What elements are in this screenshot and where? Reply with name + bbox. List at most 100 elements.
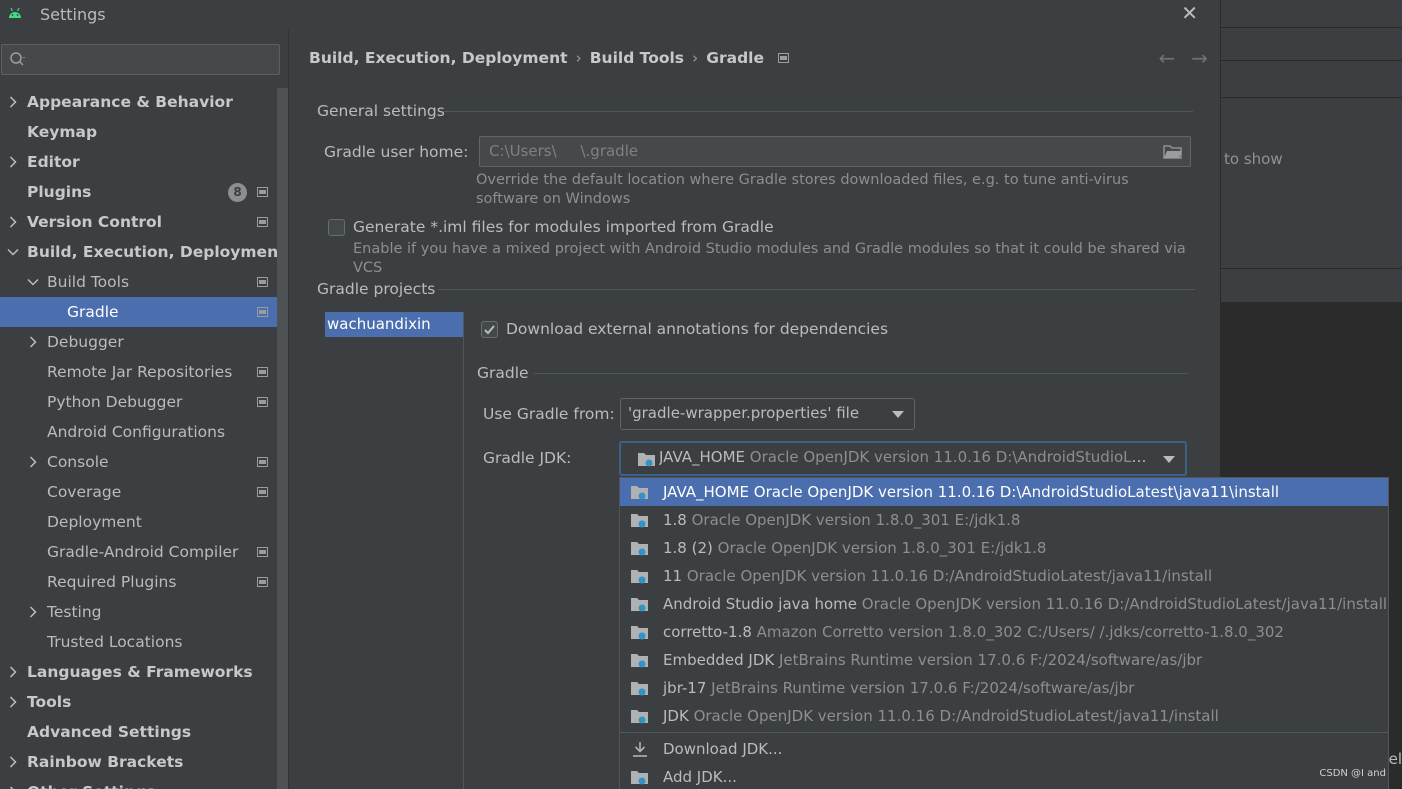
sidebar-item-label: Plugins (27, 183, 92, 201)
jdk-folder-icon (631, 682, 648, 696)
jdk-option[interactable]: JAVA_HOME Oracle OpenJDK version 11.0.16… (620, 478, 1388, 506)
sidebar-item-build-execution-deployment[interactable]: Build, Execution, Deployment (0, 237, 286, 267)
dropdown-arrow-icon (892, 411, 904, 418)
jdk-option[interactable]: jbr-17 JetBrains Runtime version 17.0.6 … (620, 674, 1388, 702)
jdk-value-desc: Oracle OpenJDK version 11.0.16 D:\Androi… (749, 448, 1149, 466)
sidebar-scrollbar[interactable] (277, 88, 288, 789)
android-icon (9, 7, 21, 18)
chevron-right-icon[interactable] (6, 147, 20, 177)
use-gradle-from-value: 'gradle-wrapper.properties' file (628, 404, 860, 422)
gradle-user-home-input[interactable] (489, 142, 1149, 160)
user-home-hint: Override the default location where Grad… (476, 172, 1129, 207)
sidebar-item-tools[interactable]: Tools (0, 687, 277, 717)
settings-sidebar: Appearance & Behavior Keymap Editor Plugins… (0, 30, 289, 789)
jdk-option[interactable]: 1.8 (2) Oracle OpenJDK version 1.8.0_301… (620, 534, 1388, 562)
use-gradle-from-combo[interactable]: 'gradle-wrapper.properties' file (620, 398, 915, 430)
sidebar-item-advanced-settings[interactable]: Advanced Settings (0, 717, 277, 747)
add-jdk-action[interactable]: Add JDK... (620, 763, 1388, 789)
chevron-right-icon[interactable] (6, 747, 20, 777)
sidebar-item-version-control[interactable]: Version Control (0, 207, 277, 237)
chevron-right-icon[interactable] (26, 447, 40, 477)
jdk-option[interactable]: 11 Oracle OpenJDK version 11.0.16 D:/And… (620, 562, 1388, 590)
jdk-option[interactable]: Embedded JDK JetBrains Runtime version 1… (620, 646, 1388, 674)
gradle-user-home-field[interactable] (479, 136, 1191, 167)
sidebar-item-other-settings[interactable]: Other Settings (0, 777, 277, 789)
close-button[interactable]: ✕ (1181, 2, 1198, 24)
sidebar-item-console[interactable]: Console (0, 447, 277, 477)
sidebar-item-keymap[interactable]: Keymap (0, 117, 277, 147)
sidebar-item-testing[interactable]: Testing (0, 597, 277, 627)
chevron-right-icon[interactable] (26, 327, 40, 357)
sidebar-item-label: Gradle (67, 303, 119, 321)
sidebar-item-debugger[interactable]: Debugger (0, 327, 277, 357)
project-level-icon (257, 307, 268, 317)
use-gradle-from-label: Use Gradle from: (483, 405, 615, 423)
jdk-option-name: Embedded JDK (663, 651, 775, 669)
download-annotations-checkbox[interactable] (481, 321, 498, 338)
sidebar-item-label: Testing (47, 603, 102, 621)
bg-edge-text: el (1388, 750, 1402, 768)
download-jdk-action[interactable]: Download JDK... (620, 735, 1388, 763)
sidebar-item-label: Languages & Frameworks (27, 663, 253, 681)
sidebar-item-rainbow-brackets[interactable]: Rainbow Brackets (0, 747, 277, 777)
sidebar-item-label: Console (47, 453, 109, 471)
jdk-folder-icon (631, 654, 648, 668)
settings-search[interactable] (1, 44, 280, 75)
sidebar-item-remote-jar-repositories[interactable]: Remote Jar Repositories (0, 357, 277, 387)
chevron-right-icon[interactable] (6, 777, 20, 789)
chevron-right-icon[interactable] (26, 597, 40, 627)
back-arrow-icon[interactable]: ← (1158, 46, 1175, 70)
search-icon (10, 52, 25, 66)
jdk-option[interactable]: 1.8 Oracle OpenJDK version 1.8.0_301 E:/… (620, 506, 1388, 534)
jdk-folder-icon (631, 486, 648, 500)
chevron-right-icon[interactable] (6, 687, 20, 717)
chevron-right-icon[interactable] (6, 207, 20, 237)
jdk-option-name: Android Studio java home (663, 595, 858, 613)
browse-folder-icon[interactable] (1163, 144, 1183, 159)
project-level-icon (257, 487, 268, 497)
jdk-folder-icon (638, 453, 655, 467)
sidebar-item-languages-frameworks[interactable]: Languages & Frameworks (0, 657, 277, 687)
project-item[interactable]: wachuandixin (325, 312, 463, 337)
gradle-section-title: Gradle (477, 364, 529, 382)
jdk-option-name: JAVA_HOME (663, 483, 750, 501)
chevron-right-icon[interactable] (6, 657, 20, 687)
sidebar-item-gradle[interactable]: Gradle (0, 297, 277, 327)
project-level-icon (257, 277, 268, 287)
breadcrumb-part[interactable]: Build Tools (590, 49, 684, 67)
sidebar-item-label: Remote Jar Repositories (47, 363, 233, 381)
jdk-option[interactable]: Android Studio java home Oracle OpenJDK … (620, 590, 1388, 618)
sidebar-item-trusted-locations[interactable]: Trusted Locations (0, 627, 277, 657)
sidebar-item-appearance-behavior[interactable]: Appearance & Behavior (0, 87, 277, 117)
generate-iml-hint: Enable if you have a mixed project with … (353, 241, 1186, 276)
chevron-down-icon[interactable] (26, 267, 40, 297)
breadcrumb-separator: › (575, 49, 582, 67)
title-bar: Settings ✕ (0, 0, 1220, 30)
generate-iml-checkbox[interactable] (328, 219, 345, 236)
sidebar-item-python-debugger[interactable]: Python Debugger (0, 387, 277, 417)
chevron-right-icon[interactable] (6, 87, 20, 117)
forward-arrow-icon[interactable]: → (1191, 46, 1208, 70)
sidebar-item-required-plugins[interactable]: Required Plugins (0, 567, 277, 597)
sidebar-item-label: Tools (27, 693, 72, 711)
sidebar-item-label: Advanced Settings (27, 723, 192, 741)
jdk-option-name: JDK (663, 707, 689, 725)
sidebar-item-build-tools[interactable]: Build Tools (0, 267, 277, 297)
gradle-jdk-combo[interactable]: JAVA_HOME Oracle OpenJDK version 11.0.16… (619, 441, 1187, 476)
sidebar-item-plugins[interactable]: Plugins 8 (0, 177, 277, 207)
jdk-option[interactable]: JDK Oracle OpenJDK version 11.0.16 D:/An… (620, 702, 1388, 730)
chevron-down-icon[interactable] (6, 237, 20, 267)
section-divider (443, 111, 1193, 112)
sidebar-item-coverage[interactable]: Coverage (0, 477, 277, 507)
sidebar-item-label: Python Debugger (47, 393, 183, 411)
breadcrumb-part[interactable]: Build, Execution, Deployment (309, 49, 568, 67)
sidebar-item-editor[interactable]: Editor (0, 147, 277, 177)
project-level-icon (257, 547, 268, 557)
jdk-option-desc: Oracle OpenJDK version 1.8.0_301 E:/jdk1… (712, 539, 1047, 557)
sidebar-item-deployment[interactable]: Deployment (0, 507, 277, 537)
sidebar-item-android-configurations[interactable]: Android Configurations (0, 417, 277, 447)
sidebar-item-gradle-android-compiler[interactable]: Gradle-Android Compiler (0, 537, 277, 567)
jdk-option[interactable]: corretto-1.8 Amazon Corretto version 1.8… (620, 618, 1388, 646)
search-input[interactable] (34, 49, 274, 71)
folder-icon (631, 771, 648, 785)
